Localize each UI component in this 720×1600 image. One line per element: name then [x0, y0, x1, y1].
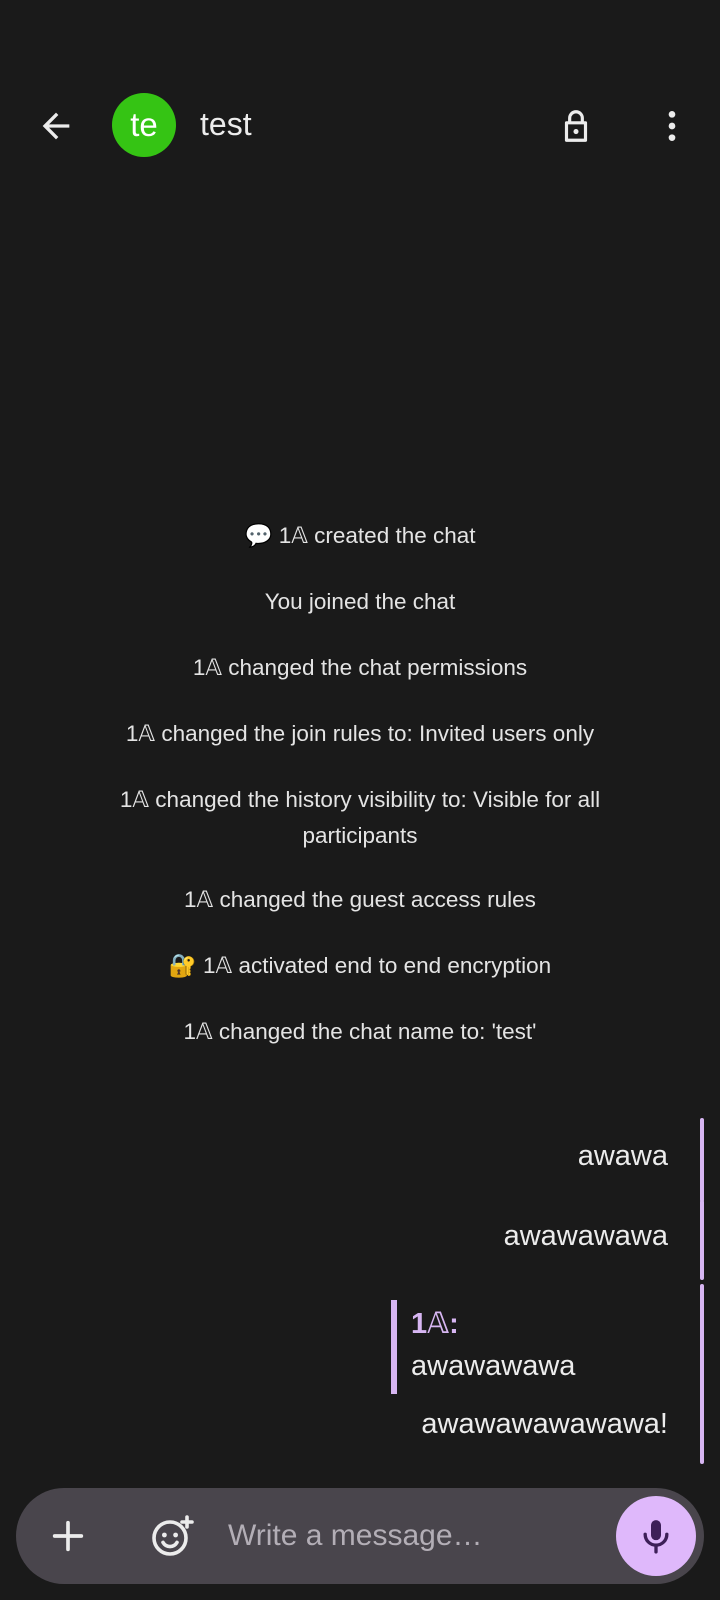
more-vert-icon: [668, 111, 676, 141]
reply-text: awawawawa: [411, 1350, 576, 1382]
lock-icon: [564, 110, 588, 142]
event-encryption: 🔐 1𝔸 activated end to end encryption: [168, 953, 552, 978]
message-bar: [700, 1118, 704, 1202]
back-button[interactable]: [28, 98, 84, 154]
message-composer: [16, 1488, 704, 1584]
message-text: awawawawa: [503, 1220, 668, 1252]
reply-author: 1𝔸:: [411, 1308, 459, 1340]
event-permissions: 1𝔸 changed the chat permissions: [192, 655, 528, 680]
top-bar: te test: [0, 76, 720, 176]
event-history-visibility: 1𝔸 changed the history visibility to: Vi…: [119, 787, 601, 848]
message-bar: [700, 1284, 704, 1464]
encryption-button[interactable]: [548, 98, 604, 154]
event-joined: You joined the chat: [264, 589, 456, 614]
reply-quote[interactable]: 1𝔸: awawawawa: [391, 1300, 681, 1394]
avatar[interactable]: te: [112, 93, 176, 157]
message-text: awawa: [577, 1140, 668, 1172]
event-created: 💬 1𝔸 created the chat: [244, 523, 476, 548]
message-text: awawawawawawa!: [421, 1408, 668, 1440]
voice-message-button[interactable]: [616, 1496, 696, 1576]
message-bar: [700, 1200, 704, 1280]
event-guest-access: 1𝔸 changed the guest access rules: [184, 887, 536, 912]
message-bubble[interactable]: awawa: [0, 1118, 720, 1202]
message-input[interactable]: [228, 1512, 608, 1560]
avatar-initials: te: [130, 106, 158, 143]
event-chat-name: 1𝔸 changed the chat name to: 'test': [183, 1019, 537, 1044]
message-bubble[interactable]: awawawawa: [0, 1200, 720, 1280]
reply-quote-bar: [391, 1300, 397, 1394]
add-icon: [52, 1520, 84, 1552]
arrow-back-icon: [42, 112, 70, 140]
more-options-button[interactable]: [644, 98, 700, 154]
add-reaction-icon: [152, 1515, 194, 1556]
timeline-events: 💬 1𝔸 created the chat You joined the cha…: [0, 518, 720, 1050]
mic-icon: [643, 1520, 669, 1554]
chat-screen: te test 💬 1𝔸 created the chat You joined…: [0, 0, 720, 1600]
emoji-button[interactable]: [142, 1508, 202, 1564]
event-join-rules: 1𝔸 changed the join rules to: Invited us…: [125, 721, 595, 746]
chat-title[interactable]: test: [200, 106, 252, 143]
attach-button[interactable]: [40, 1508, 96, 1564]
